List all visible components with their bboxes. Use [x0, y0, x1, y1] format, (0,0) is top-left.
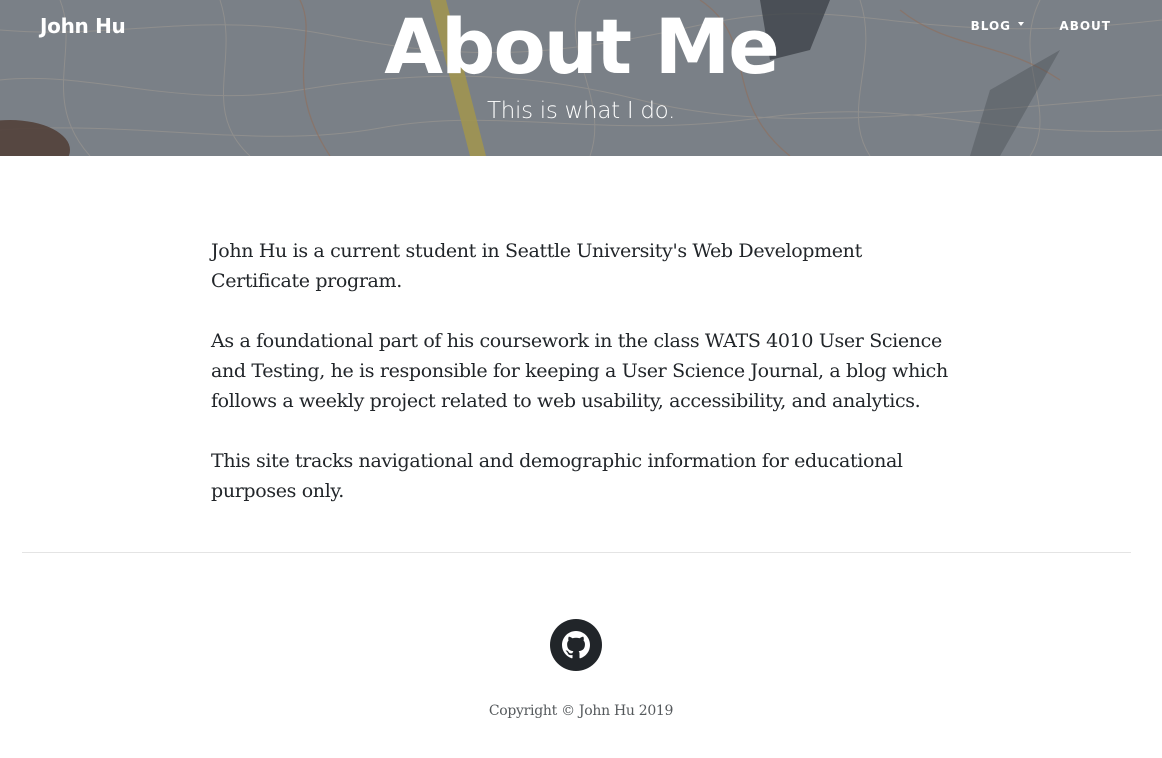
github-icon — [562, 631, 590, 659]
github-link[interactable] — [550, 619, 602, 671]
about-paragraph: This site tracks navigational and demogr… — [211, 450, 903, 502]
footer-divider — [22, 552, 1131, 553]
masthead: John Hu BLOG ABOUT About Me This is what… — [0, 0, 1162, 156]
about-paragraph: John Hu is a current student in Seattle … — [211, 240, 862, 292]
page-subtitle: This is what I do. — [486, 98, 676, 124]
copyright-text: Copyright © John Hu 2019 — [488, 703, 674, 719]
about-content: John Hu is a current student in Seattle … — [211, 236, 951, 536]
page-title: About Me — [384, 2, 780, 91]
about-paragraph: As a foundational part of his coursework… — [211, 330, 948, 412]
